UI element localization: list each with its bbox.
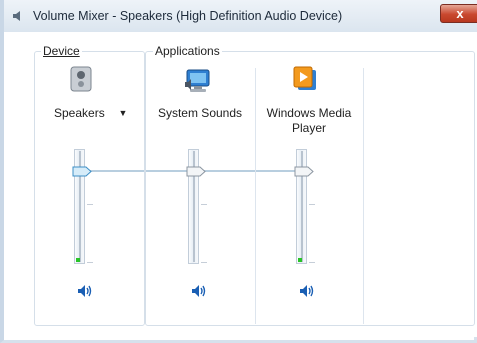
windows-media-player-level-indicator bbox=[298, 258, 302, 262]
device-level-indicator bbox=[76, 258, 80, 262]
slider-tick bbox=[87, 204, 93, 205]
close-button[interactable]: x bbox=[440, 4, 477, 23]
device-dropdown-icon[interactable]: ▼ bbox=[116, 106, 130, 121]
slider-tick bbox=[201, 262, 207, 263]
applications-group-label: Applications bbox=[153, 44, 222, 58]
column-divider bbox=[363, 68, 364, 324]
speaker-mute-icon[interactable] bbox=[298, 284, 316, 298]
windows-media-player-volume-slider-thumb[interactable] bbox=[294, 166, 314, 177]
window-title: Volume Mixer - Speakers (High Definition… bbox=[33, 9, 343, 23]
volume-mixer-window: Volume Mixer - Speakers (High Definition… bbox=[0, 0, 477, 343]
slider-tick bbox=[201, 204, 207, 205]
mixer-client-area: Device Applications Speakers ▼ System So… bbox=[12, 32, 477, 337]
windows-media-player-label: Windows Media Player bbox=[266, 106, 352, 135]
slider-tick bbox=[309, 262, 315, 263]
system-sounds-label: System Sounds bbox=[157, 106, 243, 120]
device-volume-slider-thumb[interactable] bbox=[72, 166, 92, 177]
speaker-icon bbox=[13, 11, 20, 21]
speaker-mute-icon[interactable] bbox=[76, 284, 94, 298]
system-sounds-volume-slider-thumb[interactable] bbox=[186, 166, 206, 177]
title-bar[interactable]: Volume Mixer - Speakers (High Definition… bbox=[4, 0, 477, 32]
column-divider bbox=[255, 68, 256, 324]
device-group-label: Device bbox=[41, 44, 82, 58]
slider-tick bbox=[309, 204, 315, 205]
system-sounds-icon bbox=[185, 69, 210, 92]
windows-media-player-icon bbox=[293, 66, 316, 90]
speaker-device-icon bbox=[70, 66, 92, 92]
close-icon: x bbox=[456, 6, 464, 21]
device-name[interactable]: Speakers bbox=[54, 106, 114, 121]
slider-tick bbox=[87, 262, 93, 263]
speaker-mute-icon[interactable] bbox=[190, 284, 208, 298]
